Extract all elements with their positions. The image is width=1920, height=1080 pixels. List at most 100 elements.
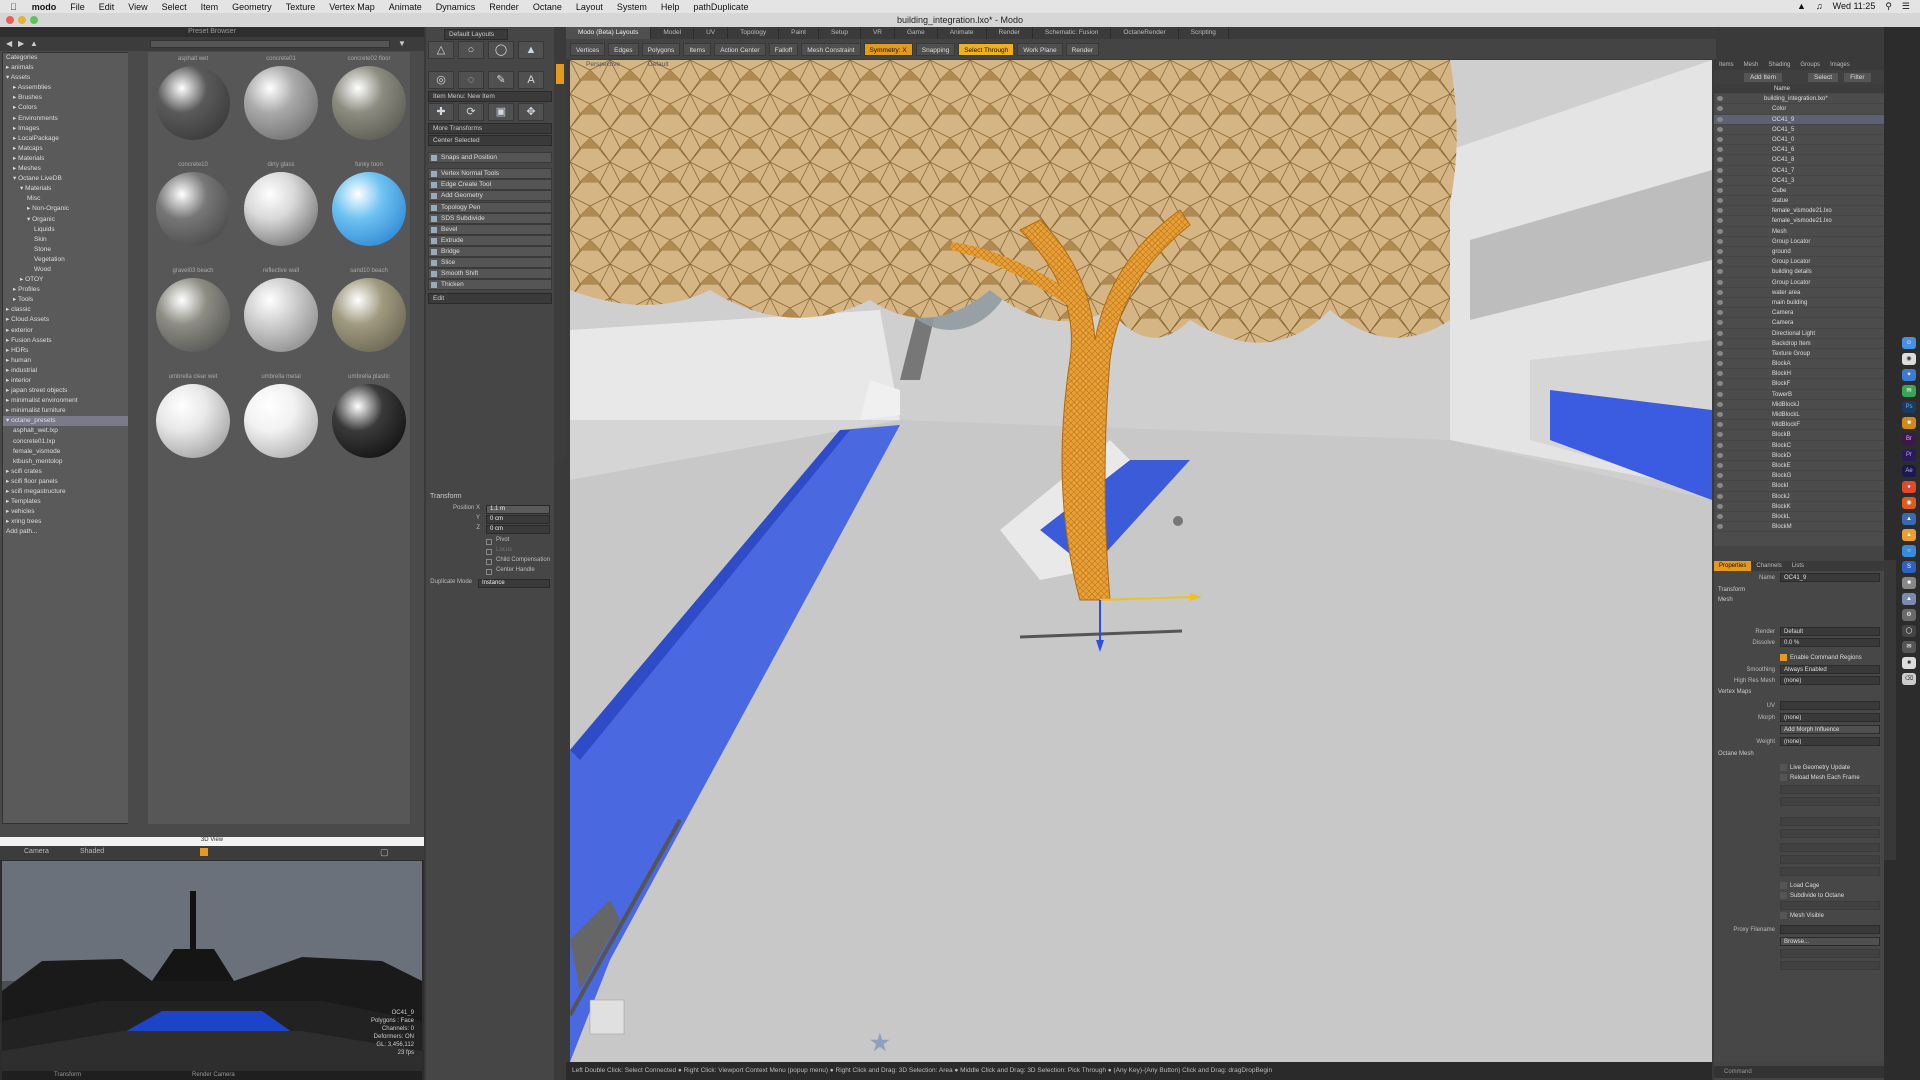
tool-button[interactable]: Bridge [428,246,552,257]
tree-item[interactable]: Add path... [3,527,133,537]
app-icon-tool[interactable]: ⚙ [1902,609,1916,621]
tool-button[interactable]: SDS Subdivide [428,213,552,224]
menu-item[interactable]: Item [194,2,226,12]
add-item-button[interactable]: Add Item [1744,72,1783,82]
visibility-eye-icon[interactable] [1717,503,1723,509]
item-row[interactable]: BlockM [1714,522,1884,533]
item-row[interactable]: OC41_8 [1714,155,1884,166]
after-effects-icon[interactable]: Ae [1902,465,1916,477]
tree-item[interactable]: ▸ OTOY [3,275,133,285]
visibility-eye-icon[interactable] [1717,269,1723,275]
item-row[interactable]: TowerB [1714,390,1884,400]
tree-item[interactable]: ▸ xring trees [3,517,133,527]
tool-button[interactable]: Smooth Shift [428,268,552,279]
volume-icon[interactable]: ♫ [1816,1,1823,12]
tool-vertical-tabs[interactable] [554,60,566,460]
tree-item[interactable]: ▸ Fusion Assets [3,336,133,346]
layout-dropdown[interactable]: Default Layouts [444,29,508,40]
item-row[interactable]: OC41_9 [1714,114,1884,125]
visibility-eye-icon[interactable] [1717,147,1723,153]
subdivide-checkbox[interactable] [1780,892,1787,899]
tab-channels[interactable]: Channels [1751,561,1786,571]
item-row[interactable]: Camera [1714,318,1884,329]
visibility-eye-icon[interactable] [1717,462,1723,468]
item-row[interactable]: Group Locator [1714,278,1884,288]
trash-icon[interactable]: ⌫ [1902,673,1916,685]
visibility-eye-icon[interactable] [1717,361,1723,367]
highres-dropdown[interactable]: (none) [1780,676,1880,685]
opt-center-handle[interactable]: Center Handle [428,567,552,577]
layout-tab[interactable]: Setup [819,27,861,39]
visibility-eye-icon[interactable] [1717,126,1723,132]
forward-arrow-icon[interactable]: ▶ [18,39,24,48]
visibility-eye-icon[interactable] [1717,442,1723,448]
tab-groups[interactable]: Groups [1795,60,1825,70]
item-row[interactable]: water area [1714,288,1884,298]
visibility-eye-icon[interactable] [1717,310,1723,316]
item-row[interactable]: MidBlockF [1714,420,1884,431]
zoom-window-icon[interactable] [30,16,38,24]
item-row[interactable]: MidBlockJ [1714,400,1884,410]
tree-item[interactable]: ▸ LocalPackage [3,134,133,144]
visibility-eye-icon[interactable] [1717,177,1723,183]
tree-item[interactable]: ▸ Images [3,124,133,134]
toolbar-button[interactable]: Falloff [768,42,799,56]
select-button[interactable]: Select [1808,72,1839,82]
position-y-field[interactable]: 0 cm [486,515,550,524]
tree-item[interactable]: concrete01.lxp [3,437,133,447]
toolbar-button[interactable]: Mesh Constraint [801,42,861,56]
filter-button[interactable]: Filter [1844,72,1871,82]
tab-lists[interactable]: Lists [1787,561,1809,571]
visibility-eye-icon[interactable] [1717,493,1723,499]
visibility-eye-icon[interactable] [1717,259,1723,265]
tree-item[interactable]: ▸ Colors [3,103,133,113]
visibility-eye-icon[interactable] [1717,452,1723,458]
tool-button[interactable]: Add Geometry [428,190,552,201]
visibility-eye-icon[interactable] [1717,208,1723,214]
item-row[interactable]: statue [1714,196,1884,207]
menu-layout[interactable]: Layout [569,2,610,12]
tree-item[interactable]: ▸ industrial [3,366,133,376]
blender-icon[interactable]: ◉ [1902,497,1916,509]
center-selected-dropdown[interactable]: Center Selected [428,135,552,146]
transform-tool-icon[interactable]: ✥ [518,103,544,121]
property-value[interactable]: Default [1780,627,1880,636]
visibility-eye-icon[interactable] [1717,106,1723,112]
tree-item[interactable]: ▸ exterior [3,326,133,336]
tab-images[interactable]: Images [1825,60,1855,70]
tree-scrollbar[interactable] [128,52,134,824]
properties-vertical-tabs[interactable] [1884,560,1896,860]
viewport-tab-perspective[interactable]: Perspective [586,61,620,68]
opt-locus[interactable]: Locus [428,547,552,557]
tab-properties[interactable]: Properties [1714,561,1752,571]
material-preset-thumbnail[interactable]: sand10 beach [326,268,412,372]
tool-button[interactable]: Vertex Normal Tools [428,168,552,179]
viewport-option-icon[interactable] [200,848,208,856]
app-icon-lilac[interactable]: ▲ [1902,593,1916,605]
toolbar-button[interactable]: Polygons [641,42,681,56]
weight-dropdown[interactable]: (none) [1780,737,1880,746]
tree-item[interactable]: ▾ Organic [3,215,133,225]
visibility-eye-icon[interactable] [1717,96,1723,102]
tree-item[interactable]: Vegetation [3,255,133,265]
visibility-eye-icon[interactable] [1717,198,1723,204]
tree-item[interactable]: ▸ japan street objects [3,386,133,396]
menu-edit[interactable]: Edit [92,2,122,12]
apple-menu-icon[interactable]:  [0,2,25,12]
visibility-eye-icon[interactable] [1717,350,1723,356]
cone-tool-icon[interactable]: ▲ [518,41,544,59]
viewport-tab-default[interactable]: Default [648,61,669,68]
item-row[interactable]: building_integration.lxo* [1714,94,1884,105]
menu-select[interactable]: Select [155,2,194,12]
mesh-section[interactable]: Mesh [1718,597,1733,603]
item-row[interactable]: OC41_6 [1714,145,1884,156]
tree-item[interactable]: ▸ Brushes [3,93,133,103]
position-z-field[interactable]: 0 cm [486,525,550,534]
material-preset-thumbnail[interactable]: concrete01 [238,56,324,160]
proxy-field[interactable] [1780,925,1880,934]
material-preset-thumbnail[interactable]: funky toon [326,162,412,266]
tree-item[interactable]: ▸ human [3,356,133,366]
camera-mode-dropdown[interactable]: Camera [24,848,49,855]
item-row[interactable]: female_vismode21.lxo [1714,206,1884,217]
layout-tab[interactable]: Schematic: Fusion [1033,27,1112,39]
